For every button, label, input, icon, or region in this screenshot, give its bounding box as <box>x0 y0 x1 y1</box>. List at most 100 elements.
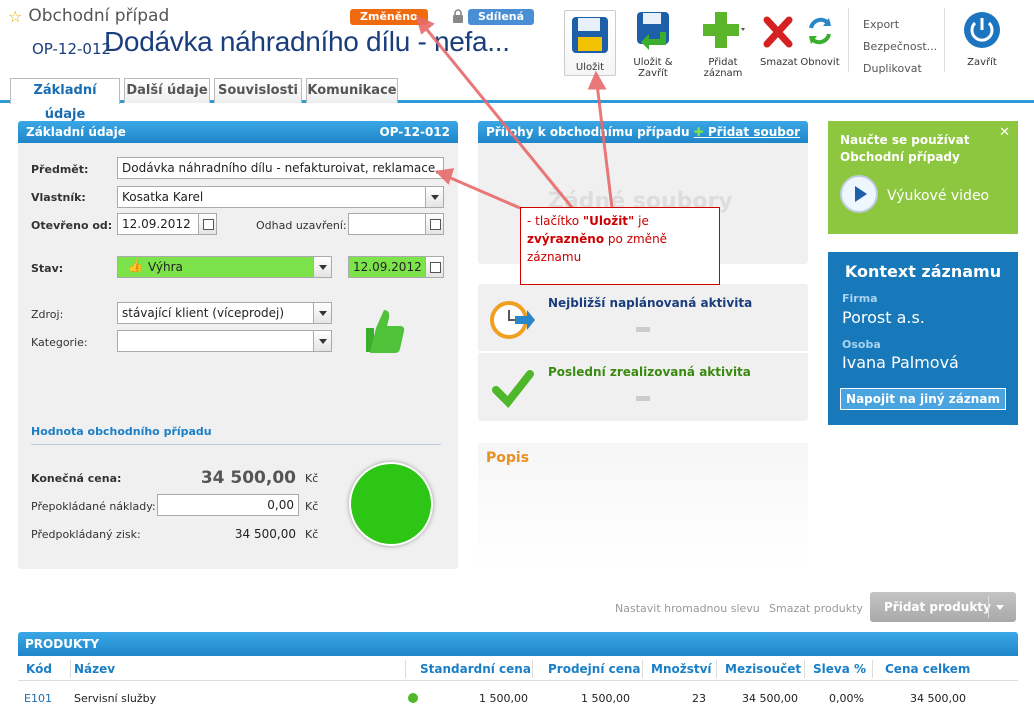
favorite-star-icon[interactable]: ☆ <box>8 7 22 26</box>
column-header-code[interactable]: Kód <box>26 662 52 676</box>
column-header-total[interactable]: Cena celkem <box>885 662 970 676</box>
shared-badge[interactable]: Sdílená <box>468 9 535 25</box>
add-file-link[interactable]: ✚ Přidat soubor <box>694 121 800 143</box>
column-header-std-price[interactable]: Standardní cena <box>420 662 531 676</box>
table-divider <box>18 680 1018 681</box>
source-select[interactable]: stávající klient (víceprodej) <box>117 302 332 324</box>
category-select[interactable] <box>117 330 332 352</box>
column-header-subtotal[interactable]: Mezisoučet <box>725 662 801 676</box>
company-value[interactable]: Porost a.s. <box>842 308 925 327</box>
learn-title: Naučte se používat Obchodní případy <box>840 133 970 164</box>
opened-date-field[interactable]: 12.09.2012 <box>117 213 217 235</box>
chevron-down-icon[interactable] <box>425 187 443 207</box>
close-estimate-field[interactable] <box>348 213 444 235</box>
link-record-button[interactable]: Napojit na jiný záznam <box>840 388 1006 410</box>
annotation-note: - tlačítko "Uložit" je zvýrazněno po změ… <box>520 207 720 285</box>
thumbs-up-large-icon <box>366 310 405 353</box>
duplicate-link[interactable]: Duplikovat <box>863 58 937 80</box>
activities-divider <box>478 351 808 353</box>
save-label: Uložit <box>575 62 605 73</box>
final-price-label: Konečná cena: <box>31 472 122 485</box>
refresh-icon <box>809 17 831 45</box>
profit-label: Předpokládaný zisk: <box>31 528 141 541</box>
close-label: Zavřít <box>967 57 997 68</box>
add-record-button[interactable]: Přidat záznam <box>690 10 756 79</box>
last-activity-empty <box>636 396 650 401</box>
column-divider <box>70 660 71 678</box>
refresh-label: Obnovit <box>800 57 840 68</box>
save-close-icon <box>637 12 669 50</box>
product-discount: 0,00% <box>829 692 864 705</box>
status-date-field[interactable]: 12.09.2012 <box>348 256 444 278</box>
close-icon[interactable]: ✕ <box>999 125 1010 140</box>
save-button[interactable]: Uložit <box>564 10 616 76</box>
module-title: ☆ Obchodní případ <box>8 6 169 26</box>
export-link[interactable]: Export <box>863 14 937 36</box>
opened-label: Otevřeno od: <box>31 219 113 232</box>
chevron-down-icon[interactable] <box>313 257 331 277</box>
product-code[interactable]: E101 <box>24 692 52 705</box>
calendar-icon[interactable] <box>198 214 216 234</box>
cost-field[interactable]: 0,00 <box>157 494 299 516</box>
play-video-button[interactable] <box>840 175 878 213</box>
annotation-text: - tlačítko <box>527 214 583 228</box>
video-link[interactable]: Výukové video <box>887 188 989 204</box>
column-divider <box>716 660 717 678</box>
product-sale-price: 1 500,00 <box>581 692 630 705</box>
calendar-icon[interactable] <box>425 257 443 277</box>
status-select[interactable]: 👍 Výhra <box>117 256 332 278</box>
attachments-title: Přílohy k obchodnímu případu <box>486 125 690 139</box>
delete-products-link[interactable]: Smazat produkty <box>769 602 863 615</box>
chevron-down-icon[interactable] <box>313 331 331 351</box>
save-close-button[interactable]: Uložit & Zavřít <box>620 10 686 79</box>
value-section-title: Hodnota obchodního případu <box>31 425 212 438</box>
subject-field[interactable]: Dodávka náhradního dílu - nefakturoivat,… <box>117 157 444 179</box>
opened-value: 12.09.2012 <box>122 217 191 231</box>
person-label: Osoba <box>842 338 881 351</box>
close-estimate-label: Odhad uzavření: <box>256 219 347 232</box>
delete-button[interactable]: Smazat <box>760 10 798 68</box>
chevron-down-icon[interactable] <box>996 605 1004 614</box>
annotation-highlight: zvýrazněno <box>527 232 605 246</box>
status-value: Výhra <box>148 260 183 274</box>
basic-info-header: Základní údaje OP-12-012 <box>18 121 458 143</box>
next-activity-title: Nejbližší naplánovaná aktivita <box>548 296 753 310</box>
record-id: OP-12-012 <box>32 40 112 58</box>
tab-basic[interactable]: Základní údaje <box>10 78 120 122</box>
column-header-sale-price[interactable]: Prodejní cena <box>548 662 641 676</box>
owner-select[interactable]: Kosatka Karel <box>117 186 444 208</box>
tab-more[interactable]: Další údaje <box>124 78 210 103</box>
description-panel[interactable]: Popis <box>478 443 808 571</box>
close-button[interactable]: Zavřít <box>958 10 1006 68</box>
lock-icon <box>453 9 463 23</box>
attachments-header: Přílohy k obchodnímu případu ✚ Přidat so… <box>478 121 808 143</box>
column-divider <box>405 660 406 678</box>
record-title: Dodávka náhradního dílu - nefa... <box>104 26 510 57</box>
security-link[interactable]: Bezpečnost... <box>863 36 937 58</box>
tab-communication[interactable]: Komunikace <box>306 78 398 103</box>
column-header-name[interactable]: Název <box>74 662 115 676</box>
products-header: PRODUKTY <box>18 632 1018 656</box>
calendar-icon[interactable] <box>425 214 443 234</box>
person-value[interactable]: Ivana Palmová <box>842 353 959 372</box>
profit-value: 34 500,00 <box>234 527 296 541</box>
product-std-price: 1 500,00 <box>479 692 528 705</box>
currency-label: Kč <box>305 500 319 513</box>
context-title: Kontext záznamu <box>844 262 1002 281</box>
column-header-qty[interactable]: Množství <box>651 662 712 676</box>
column-header-discount[interactable]: Sleva % <box>813 662 866 676</box>
tab-relations[interactable]: Souvislosti <box>214 78 302 103</box>
add-record-label: Přidat záznam <box>703 57 743 79</box>
save-close-label: Uložit & Zavřít <box>633 57 673 79</box>
description-title: Popis <box>486 450 530 466</box>
add-products-button[interactable]: Přidat produkty <box>870 592 1016 622</box>
module-title-text: Obchodní případ <box>28 6 170 26</box>
source-label: Zdroj: <box>31 308 64 321</box>
chevron-down-icon[interactable] <box>313 303 331 323</box>
mass-discount-link[interactable]: Nastavit hromadnou slevu <box>615 602 760 615</box>
scheduled-activity-clock-icon <box>490 301 535 339</box>
section-divider <box>31 444 441 445</box>
source-value: stávající klient (víceprodej) <box>122 306 285 320</box>
add-products-label: Přidat produkty <box>884 600 991 614</box>
refresh-button[interactable]: Obnovit <box>800 10 840 68</box>
